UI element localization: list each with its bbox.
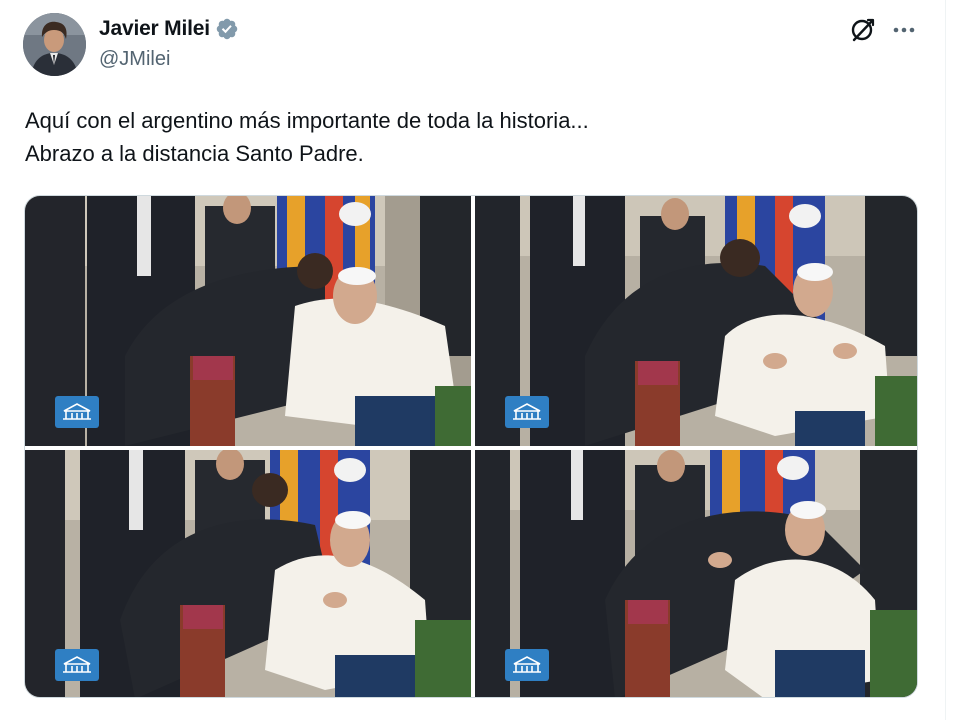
author-name-row: Javier Milei — [99, 16, 239, 42]
author-display-name[interactable]: Javier Milei — [99, 17, 210, 41]
author-handle[interactable]: @JMilei — [99, 48, 170, 71]
vatican-media-logo — [505, 396, 549, 428]
vatican-media-logo — [505, 649, 549, 681]
grok-icon[interactable] — [850, 17, 876, 43]
vatican-media-logo — [55, 396, 99, 428]
photo-1[interactable] — [25, 196, 471, 446]
media-grid — [24, 195, 918, 698]
photo-2[interactable] — [475, 196, 917, 446]
photo-3[interactable] — [25, 450, 471, 697]
verified-badge-icon — [215, 17, 239, 41]
vatican-media-logo — [55, 649, 99, 681]
tweet-text: Aquí con el argentino más importante de … — [25, 104, 925, 170]
tweet-text-line-1: Aquí con el argentino más importante de … — [25, 108, 589, 133]
tweet-text-line-2: Abrazo a la distancia Santo Padre. — [25, 141, 364, 166]
photo-4[interactable] — [475, 450, 917, 697]
timeline-divider — [945, 0, 946, 720]
tweet: Javier Milei @JMilei Aquí con el argenti… — [0, 0, 945, 720]
avatar[interactable] — [23, 13, 86, 76]
more-dots-icon[interactable] — [891, 17, 917, 43]
